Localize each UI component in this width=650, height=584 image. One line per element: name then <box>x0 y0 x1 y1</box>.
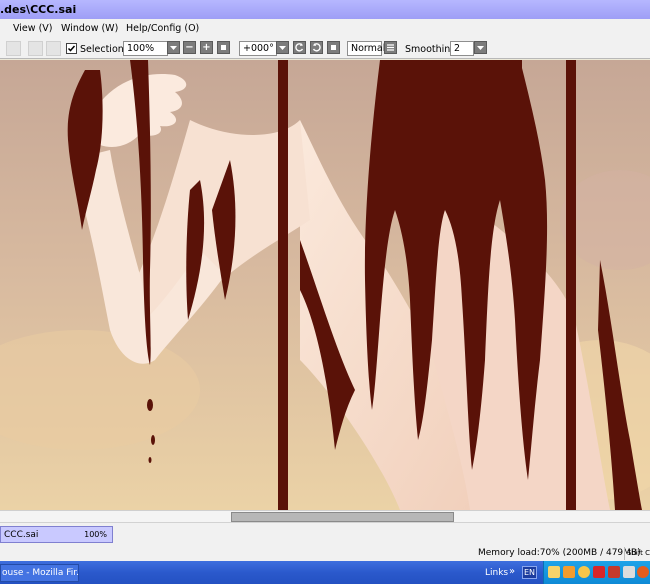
rotate-right-icon[interactable] <box>310 41 323 54</box>
toolbar: Selection 100% − + +000° Normal Smoothin… <box>0 39 650 59</box>
tool-button-disabled[interactable] <box>28 41 43 56</box>
artwork-image <box>0 60 650 510</box>
blend-mode-field[interactable]: Normal <box>347 41 385 56</box>
document-tab-name: CCC.sai <box>4 530 39 540</box>
document-tab-zoom: 100% <box>84 530 107 539</box>
memory-load-text: Memory load:70% (200MB / 479MB) <box>478 548 641 558</box>
rotate-left-icon[interactable] <box>293 41 306 54</box>
antivirus-tray-icon[interactable] <box>608 566 620 578</box>
zoom-in-button[interactable]: + <box>200 41 213 54</box>
title-bar[interactable]: .des\CCC.sai <box>0 0 650 19</box>
window-title: .des\CCC.sai <box>0 3 77 16</box>
selection-label: Selection <box>80 44 124 55</box>
zoom-reset-icon[interactable] <box>217 41 230 54</box>
links-toolbar-label[interactable]: Links <box>485 568 508 578</box>
zoom-out-button[interactable]: − <box>183 41 196 54</box>
rotation-reset-icon[interactable] <box>327 41 340 54</box>
language-indicator[interactable]: EN <box>522 566 537 579</box>
messenger-tray-icon[interactable] <box>578 566 590 578</box>
smoothing-dropdown-icon[interactable] <box>474 41 487 54</box>
menu-view[interactable]: View (V) <box>13 23 52 34</box>
volume-tray-icon[interactable] <box>623 566 635 578</box>
flip-icon[interactable] <box>384 41 397 54</box>
rotation-dropdown-icon[interactable] <box>276 41 289 54</box>
folder-tray-icon[interactable] <box>548 566 560 578</box>
smoothing-field[interactable]: 2 <box>450 41 474 56</box>
zoom-dropdown-icon[interactable] <box>167 41 180 54</box>
check-icon <box>67 45 76 52</box>
document-tab-bar: CCC.sai 100% <box>0 522 650 546</box>
smoothing-label: Smoothing <box>405 44 457 55</box>
menu-help-config[interactable]: Help/Config (O) <box>126 23 199 34</box>
zoom-field[interactable]: 100% <box>123 41 168 56</box>
tool-button-disabled[interactable] <box>6 41 21 56</box>
modifier-keys-indicator: Shift Ctrl <box>624 547 650 560</box>
selection-checkbox[interactable] <box>66 43 77 54</box>
scrollbar-thumb[interactable] <box>231 512 454 522</box>
menu-window[interactable]: Window (W) <box>61 23 118 34</box>
links-expand-icon[interactable]: » <box>509 566 515 577</box>
app-tray-icon[interactable] <box>563 566 575 578</box>
firefox-tray-icon[interactable] <box>637 566 649 578</box>
rotation-field[interactable]: +000° <box>239 41 277 56</box>
drawing-canvas[interactable] <box>0 60 650 510</box>
menu-bar: View (V) Window (W) Help/Config (O) <box>0 19 650 39</box>
horizontal-scrollbar[interactable] <box>0 510 650 522</box>
taskbar-firefox-button[interactable]: ouse - Mozilla Fir... <box>0 564 79 582</box>
tool-button-disabled[interactable] <box>46 41 61 56</box>
windows-taskbar: ouse - Mozilla Fir... Links » EN <box>0 561 650 584</box>
acrobat-tray-icon[interactable] <box>593 566 605 578</box>
status-bar: Memory load:70% (200MB / 479MB) Shift Ct… <box>0 546 650 561</box>
document-tab[interactable]: CCC.sai 100% <box>0 526 113 543</box>
system-tray <box>543 561 650 584</box>
